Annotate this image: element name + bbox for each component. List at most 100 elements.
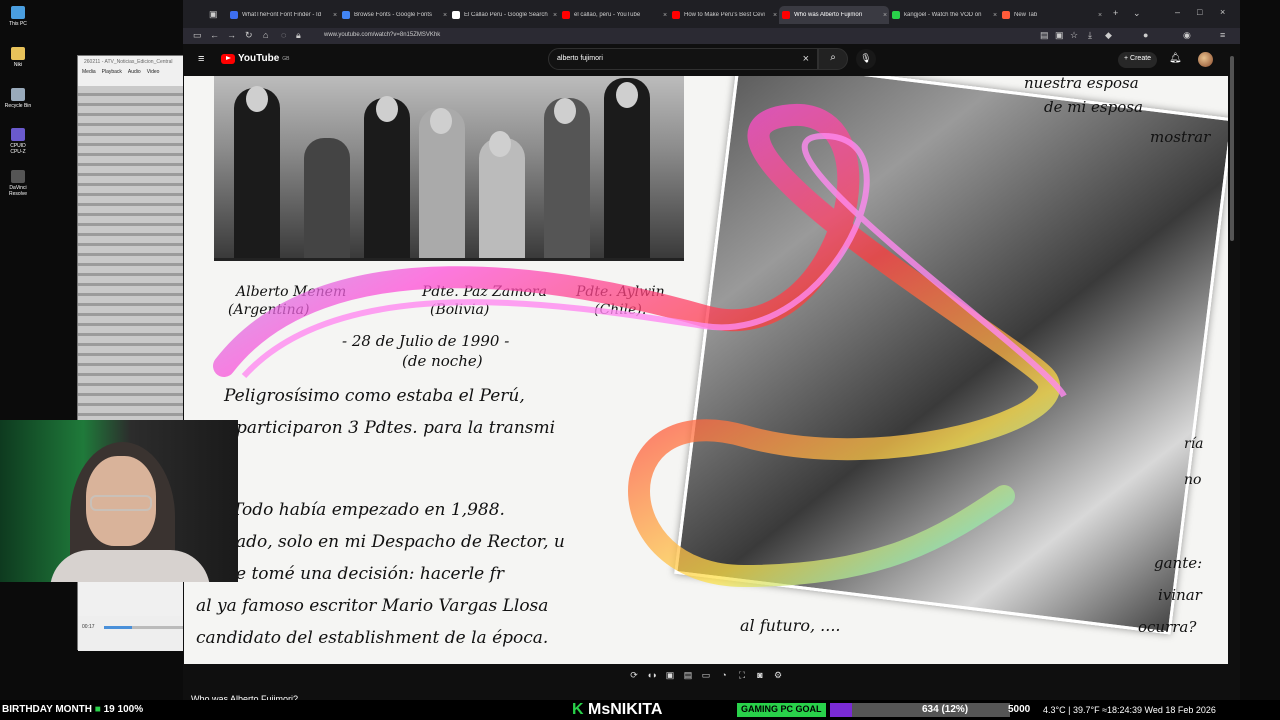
- create-button[interactable]: + Create: [1118, 52, 1158, 68]
- kick-logo-icon: K: [572, 701, 584, 718]
- home-icon[interactable]: ⌂: [263, 30, 268, 40]
- microphone-button[interactable]: 🎙︎: [856, 49, 876, 69]
- profile-icon[interactable]: ◉: [1183, 30, 1191, 41]
- vlc-menu-audio[interactable]: Audio: [128, 69, 141, 77]
- birthday-percent: 100%: [117, 704, 144, 715]
- vlc-seek-bar[interactable]: [104, 626, 184, 629]
- vlc-menu-video[interactable]: Video: [147, 69, 160, 77]
- screenshot-icon[interactable]: ▣: [1055, 30, 1064, 41]
- search-button[interactable]: ⌕: [818, 48, 848, 70]
- desktop-icon-recycle-bin[interactable]: Recycle Bin: [4, 88, 32, 109]
- extension-red-icon[interactable]: ●: [1143, 30, 1148, 40]
- tab-whatthefont[interactable]: WhatTheFont Font Finder - Id ×: [227, 6, 339, 24]
- tab-ceviche[interactable]: How to Make Peru's Best Cevi ×: [669, 6, 779, 24]
- loop-icon[interactable]: ⟳: [628, 670, 640, 686]
- picture-in-picture-icon[interactable]: ▣: [664, 670, 676, 686]
- vlc-menu-media[interactable]: Media: [82, 69, 96, 77]
- lock-icon: 🔒︎: [296, 30, 301, 40]
- desktop-icon-davinci[interactable]: DaVinci Resolve: [4, 170, 32, 197]
- tab-favicon: [672, 11, 680, 19]
- webcam-overlay: [0, 420, 238, 582]
- search-input[interactable]: alberto fujimori ×: [548, 48, 818, 70]
- youtube-masthead: ≡ YouTube GB alberto fujimori × ⌕ 🎙︎ + C…: [183, 44, 1240, 76]
- webcam-shirt: [50, 550, 210, 582]
- reload-icon[interactable]: ↻: [245, 30, 253, 41]
- ribbon-path: [213, 103, 1060, 588]
- goal-progress-fill: [830, 703, 852, 717]
- bookmark-icon[interactable]: ☆: [1070, 30, 1078, 41]
- extensions-icon[interactable]: ◆: [1105, 30, 1112, 41]
- tab-list-icon[interactable]: ▣: [209, 9, 218, 20]
- close-icon[interactable]: ×: [331, 12, 339, 19]
- desktop-icon-cpuz[interactable]: CPUID CPU-Z: [4, 128, 32, 155]
- vlc-menu-playback[interactable]: Playback: [102, 69, 122, 77]
- youtube-play-icon: [221, 53, 235, 64]
- close-icon[interactable]: ×: [1096, 12, 1104, 19]
- vlc-menu: Media Playback Audio Video: [78, 68, 186, 78]
- desktop-icon-niki[interactable]: Niki: [4, 47, 32, 68]
- camera-icon[interactable]: ◙: [754, 670, 766, 686]
- vlc-video: [78, 86, 188, 471]
- close-icon[interactable]: ×: [881, 12, 889, 19]
- search-icon: ⌕: [830, 52, 836, 63]
- desktop-icon-label: This PC: [9, 21, 27, 27]
- tab-label: el callao, peru - YouTube: [574, 12, 641, 18]
- youtube-logo-text: YouTube: [238, 53, 280, 64]
- maximize-icon[interactable]: □: [1197, 7, 1202, 17]
- menu-icon[interactable]: ≡: [1220, 30, 1225, 40]
- tab-bar: ▣ WhatTheFont Font Finder - Id × Browse …: [183, 0, 1240, 28]
- audio-icon[interactable]: ◖◗: [646, 670, 658, 686]
- scrollbar-thumb[interactable]: [1230, 56, 1234, 241]
- url-text: www.youtube.com/watch?v=8n15ZMSVKhk: [324, 32, 441, 38]
- tab-google-search[interactable]: El Callao Peru - Google Search ×: [449, 6, 559, 24]
- chevron-down-icon[interactable]: ⌄: [1133, 8, 1141, 19]
- tab-google-fonts[interactable]: Browse Fonts - Google Fonts ×: [339, 6, 449, 24]
- new-tab-icon[interactable]: +: [1113, 8, 1118, 18]
- minimize-icon[interactable]: –: [1175, 7, 1180, 17]
- back-icon[interactable]: ←: [210, 30, 219, 40]
- tab-favicon: [892, 11, 900, 19]
- sidebar-icon[interactable]: ▭: [193, 30, 202, 41]
- recycle-bin-icon: [11, 88, 25, 101]
- close-icon[interactable]: ×: [551, 12, 559, 19]
- goal-progress-text: 634 (12%): [922, 704, 969, 715]
- weather-clock-text: 4.3°C | 39.7°F ≈18:24:39 Wed 18 Feb 2026: [1043, 705, 1216, 715]
- notifications-bell-icon[interactable]: 🔔︎: [1169, 53, 1182, 64]
- avatar[interactable]: [1198, 52, 1213, 67]
- subtitles-icon[interactable]: ▤: [682, 670, 694, 686]
- youtube-logo[interactable]: YouTube GB: [221, 53, 290, 64]
- tab-favicon: [230, 11, 238, 19]
- computer-icon: [11, 6, 25, 19]
- tab-kangjoel[interactable]: kangjoel - Watch the VOD on ×: [889, 6, 999, 24]
- close-window-icon[interactable]: ×: [1220, 7, 1225, 17]
- clear-search-icon[interactable]: ×: [803, 53, 809, 65]
- desktop-icon-this-pc[interactable]: This PC: [4, 6, 32, 27]
- goal-progress-bar: [830, 703, 1010, 717]
- video-player[interactable]: Alberto Menem (Argentina) Pdte. Paz Zamo…: [184, 76, 1228, 664]
- page-scrollbar[interactable]: [1228, 56, 1236, 656]
- settings-gear-icon[interactable]: ⚙: [772, 670, 784, 686]
- fullscreen-icon[interactable]: ⛶: [736, 670, 748, 686]
- close-icon[interactable]: ×: [771, 12, 779, 19]
- close-icon[interactable]: ×: [441, 12, 449, 19]
- hamburger-icon[interactable]: ≡: [198, 53, 204, 65]
- vlc-seek-fill: [104, 626, 132, 629]
- close-icon[interactable]: ×: [991, 12, 999, 19]
- cpuz-icon: [11, 128, 25, 141]
- close-icon[interactable]: ×: [661, 12, 669, 19]
- tab-new-tab[interactable]: New Tab ×: [999, 6, 1104, 24]
- speed-icon[interactable]: ◔: [718, 670, 730, 686]
- tab-fujimori[interactable]: Who was Alberto Fujimori ×: [779, 6, 889, 24]
- tab-youtube-callao[interactable]: el callao, peru - YouTube ×: [559, 6, 669, 24]
- desktop-icon-label: Niki: [13, 62, 23, 68]
- reader-icon[interactable]: ▤: [1040, 30, 1049, 41]
- birthday-count: 19: [103, 704, 115, 715]
- theater-icon[interactable]: ▭: [700, 670, 712, 686]
- tab-label: Browse Fonts - Google Fonts: [354, 12, 433, 18]
- visualizer-ribbon: [213, 103, 1067, 588]
- microphone-icon: 🎙︎: [860, 53, 872, 63]
- forward-icon[interactable]: →: [227, 30, 236, 40]
- goal-target-text: 5000: [1008, 704, 1031, 715]
- url-bar[interactable]: www.youtube.com/watch?v=8n15ZMSVKhk: [308, 30, 1008, 42]
- download-icon[interactable]: ⤓: [1088, 30, 1092, 41]
